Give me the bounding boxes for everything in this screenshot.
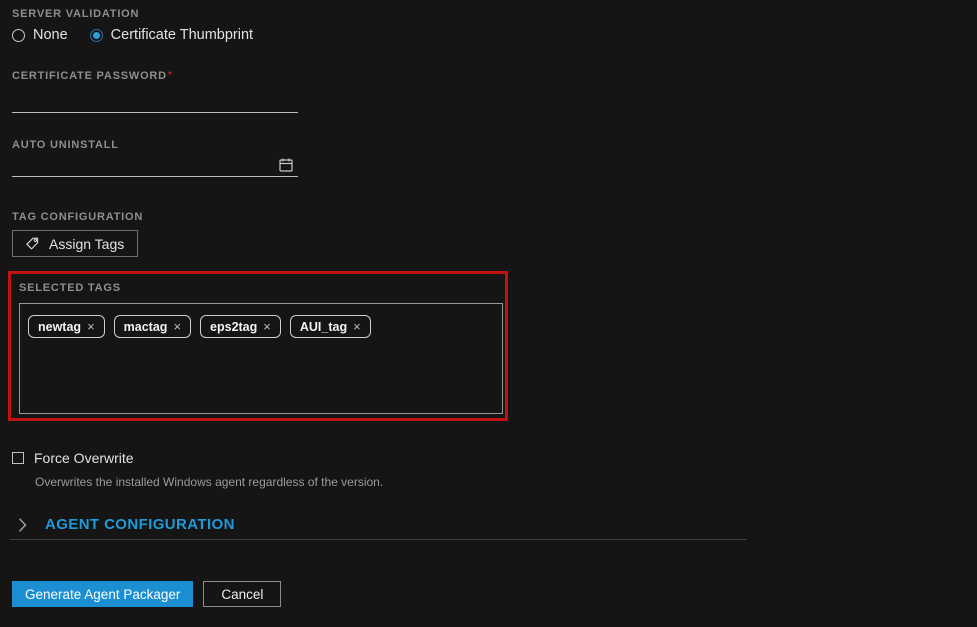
selected-tags-box[interactable]: newtag × mactag × eps2tag × AUI_tag ×: [19, 303, 503, 414]
certificate-password-input[interactable]: [12, 82, 298, 113]
agent-configuration-toggle[interactable]: AGENT CONFIGURATION: [17, 516, 977, 533]
remove-tag-icon[interactable]: ×: [173, 320, 181, 333]
remove-tag-icon[interactable]: ×: [87, 320, 95, 333]
remove-tag-icon[interactable]: ×: [263, 320, 271, 333]
agent-packager-form: SERVER VALIDATION None Certificate Thumb…: [0, 0, 977, 627]
force-overwrite-row: Force Overwrite: [12, 450, 977, 466]
certificate-password-label: CERTIFICATE PASSWORD*: [12, 70, 977, 82]
server-validation-options: None Certificate Thumbprint: [12, 27, 977, 43]
footer-actions: Generate Agent Packager Cancel: [12, 581, 977, 607]
section-divider: [10, 539, 747, 540]
auto-uninstall-label: AUTO UNINSTALL: [12, 139, 119, 151]
radio-none-label: None: [33, 27, 68, 43]
radio-option-certificate-thumbprint[interactable]: Certificate Thumbprint: [89, 27, 254, 43]
force-overwrite-label[interactable]: Force Overwrite: [34, 450, 134, 466]
assign-tags-button-label: Assign Tags: [49, 235, 125, 252]
calendar-icon[interactable]: [278, 157, 294, 173]
assign-tags-button[interactable]: Assign Tags: [12, 230, 139, 257]
radio-option-none[interactable]: None: [12, 27, 68, 43]
auto-uninstall-input[interactable]: [12, 151, 298, 177]
radio-certificate-thumbprint-control[interactable]: [89, 28, 103, 42]
tag-configuration-label: TAG CONFIGURATION: [12, 211, 144, 223]
tag-chip-label: newtag: [38, 319, 82, 334]
tag-icon: [24, 236, 40, 252]
tag-chip: mactag ×: [113, 315, 192, 338]
force-overwrite-description: Overwrites the installed Windows agent r…: [35, 475, 384, 489]
server-validation-label: SERVER VALIDATION: [12, 8, 140, 20]
certificate-password-label-text: CERTIFICATE PASSWORD: [12, 70, 167, 82]
selected-tags-highlight: SELECTED TAGS newtag × mactag × eps2tag …: [8, 271, 508, 421]
force-overwrite-checkbox[interactable]: [12, 452, 24, 464]
tag-chip-label: AUI_tag: [299, 319, 348, 334]
tag-chip: AUI_tag ×: [289, 315, 371, 338]
auto-uninstall-field-wrap: [12, 151, 298, 177]
tag-chip: newtag ×: [28, 315, 105, 338]
required-asterisk: *: [167, 70, 173, 81]
certificate-password-field-wrap: [12, 82, 298, 113]
tag-chip: eps2tag ×: [200, 315, 281, 338]
chevron-right-icon[interactable]: [17, 516, 28, 534]
radio-none-control[interactable]: [12, 28, 25, 42]
tag-chip-label: eps2tag: [210, 319, 258, 334]
generate-agent-packager-button[interactable]: Generate Agent Packager: [12, 581, 194, 607]
cancel-button[interactable]: Cancel: [203, 581, 282, 607]
remove-tag-icon[interactable]: ×: [353, 320, 361, 333]
agent-configuration-label[interactable]: AGENT CONFIGURATION: [45, 516, 235, 533]
selected-tags-label: SELECTED TAGS: [19, 282, 121, 294]
radio-certificate-thumbprint-label: Certificate Thumbprint: [110, 27, 254, 43]
tag-chip-label: mactag: [123, 319, 168, 334]
